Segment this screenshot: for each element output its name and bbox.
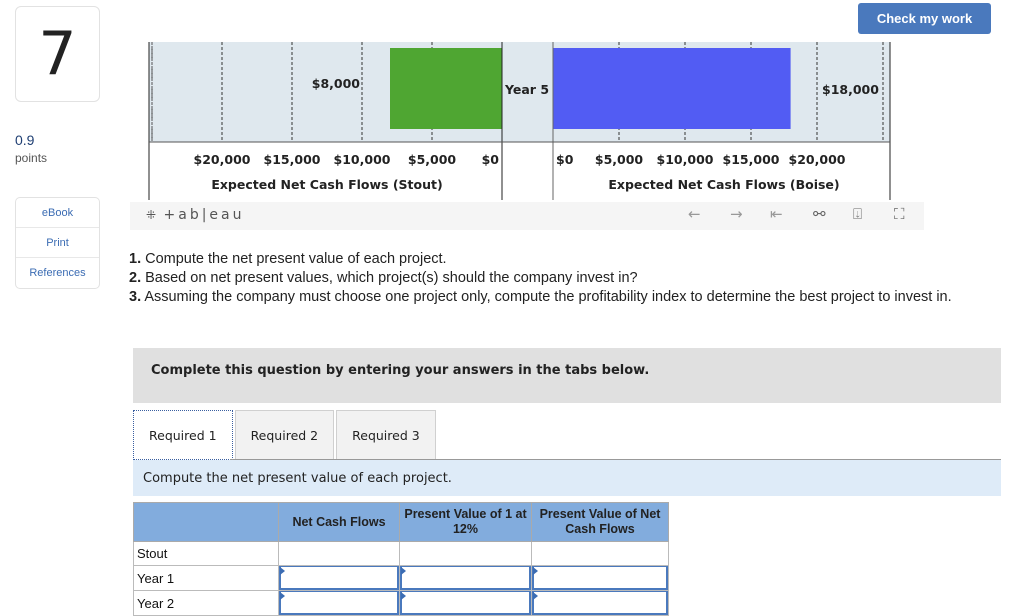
row-label: Year 2 [133,590,279,616]
revert-icon[interactable]: ⇤ [770,205,783,223]
header-net-cash-flows: Net Cash Flows [278,502,400,542]
year2-pv-factor-input[interactable] [400,591,531,615]
boise-tick-label: $10,000 [657,152,714,167]
resource-links: eBook Print References [15,197,100,289]
boise-tick-label: $20,000 [789,152,846,167]
print-link[interactable]: Print [16,228,99,258]
instruction-item: 1. Compute the net present value of each… [129,251,447,267]
year2-pv-net-cash-flows-input[interactable] [532,591,668,615]
row-label: Stout [133,541,279,566]
stout-tick-label: $5,000 [408,152,457,167]
table-row: Year 1 [133,565,669,591]
table-cell [278,541,400,566]
stout-bar [390,48,502,129]
stout-tick-label: $0 [482,152,500,167]
stout-tick-label: $20,000 [194,152,251,167]
tab-required-2[interactable]: Required 2 [234,410,335,460]
table-header-row: Net Cash Flows Present Value of 1 at 12%… [133,502,669,542]
boise-axis-title: Expected Net Cash Flows (Boise) [608,177,839,192]
table-cell [531,541,669,566]
banner-text: Complete this question by entering your … [151,363,650,378]
boise-tick-label: $15,000 [723,152,780,167]
tab-prompt: Compute the net present value of each pr… [133,460,1001,496]
tableau-logo: ⁜ +ab|eau [146,207,245,223]
year1-net-cash-flows-input[interactable] [279,566,399,590]
fullscreen-icon[interactable]: ⛶ [894,205,905,223]
boise-tick-label: $0 [556,152,574,167]
stout-axis-title: Expected Net Cash Flows (Stout) [211,177,442,192]
requirement-tabs: Required 1 Required 2 Required 3 [133,410,438,460]
table-row: Stout [133,541,669,566]
undo-icon[interactable]: ← [688,205,701,223]
year1-pv-net-cash-flows-input[interactable] [532,566,668,590]
year1-pv-factor-input[interactable] [400,566,531,590]
instruction-item: 2. Based on net present values, which pr… [129,270,638,286]
boise-bar [553,48,791,129]
instructions: 1. Compute the net present value of each… [129,250,999,307]
table-cell [399,541,532,566]
ebook-link[interactable]: eBook [16,198,99,228]
redo-icon[interactable]: → [730,205,743,223]
tab-required-3[interactable]: Required 3 [336,410,436,460]
tab-prompt-text: Compute the net present value of each pr… [143,471,452,486]
npv-table: Net Cash Flows Present Value of 1 at 12%… [133,502,669,616]
complete-banner: Complete this question by entering your … [133,348,1001,403]
stout-tick-label: $10,000 [334,152,391,167]
category-label: Year 5 [504,82,549,97]
header-blank [133,502,279,542]
references-link[interactable]: References [16,258,99,288]
row-label: Year 1 [133,565,279,591]
stout-data-label: $8,000 [312,76,361,91]
year2-net-cash-flows-input[interactable] [279,591,399,615]
share-icon[interactable]: ⚯ [813,205,826,223]
stout-tick-label: $15,000 [264,152,321,167]
download-icon[interactable]: ⍗ [853,205,862,223]
tableau-toolbar [130,202,924,230]
table-row: Year 2 [133,590,669,616]
instruction-item: 3. Assuming the company must choose one … [129,289,952,305]
tableau-logo-icon: ⁜ [146,208,157,222]
tab-required-1[interactable]: Required 1 [133,410,233,460]
header-pv-net-cash-flows: Present Value of Net Cash Flows [531,502,669,542]
cash-flow-chart: $8,000 $18,000 Year 5 $20,000 $15,000 $10,000… [148,42,891,200]
header-pv-factor: Present Value of 1 at 12% [399,502,532,542]
boise-data-label: $18,000 [822,82,879,97]
boise-tick-label: $5,000 [595,152,644,167]
